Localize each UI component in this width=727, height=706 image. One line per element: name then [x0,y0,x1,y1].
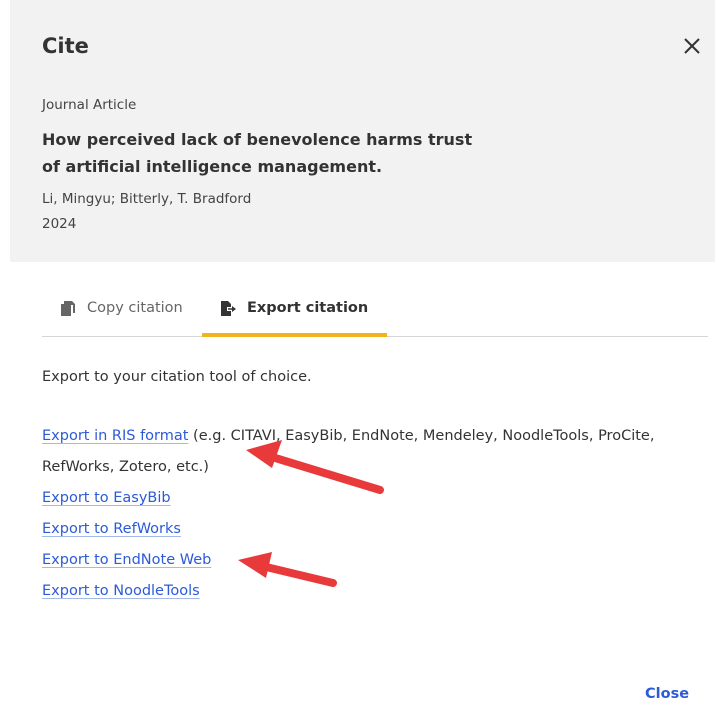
export-intro: Export to your citation tool of choice. [42,369,312,385]
dialog-title: Cite [42,34,89,58]
record-authors: Li, Mingyu; Bitterly, T. Bradford [42,191,252,207]
tab-export-citation[interactable]: Export citation [202,282,387,337]
export-ris-link[interactable]: Export in RIS format [42,428,188,444]
ris-note-line1: (e.g. CITAVI, EasyBib, EndNote, Mendeley… [188,428,655,444]
export-noodletools-link[interactable]: Export to NoodleTools [42,583,200,599]
record-year: 2024 [42,216,77,232]
export-refworks-link[interactable]: Export to RefWorks [42,521,181,537]
close-icon[interactable] [680,34,704,58]
close-button[interactable]: Close [645,686,689,702]
citation-header: Cite Journal Article How perceived lack … [10,0,715,262]
tab-copy-label: Copy citation [87,300,183,316]
record-title-line2: of artificial intelligence management. [42,157,383,176]
tab-export-label: Export citation [247,300,369,316]
record-title-line1: How perceived lack of benevolence harms … [42,130,473,149]
ris-note-line2: RefWorks, Zotero, etc.) [42,459,209,475]
record-type: Journal Article [42,97,137,113]
copy-icon [60,300,77,317]
export-icon [220,300,237,317]
ris-row: Export in RIS format (e.g. CITAVI, EasyB… [42,421,702,452]
active-tab-indicator [202,333,387,337]
tab-copy-citation[interactable]: Copy citation [60,282,183,334]
export-links: Export in RIS format (e.g. CITAVI, EasyB… [42,421,702,607]
citation-tabs: Copy citation Export citation [42,282,708,337]
export-easybib-link[interactable]: Export to EasyBib [42,490,171,506]
export-endnote-web-link[interactable]: Export to EndNote Web [42,552,211,568]
record-title: How perceived lack of benevolence harms … [42,126,512,180]
